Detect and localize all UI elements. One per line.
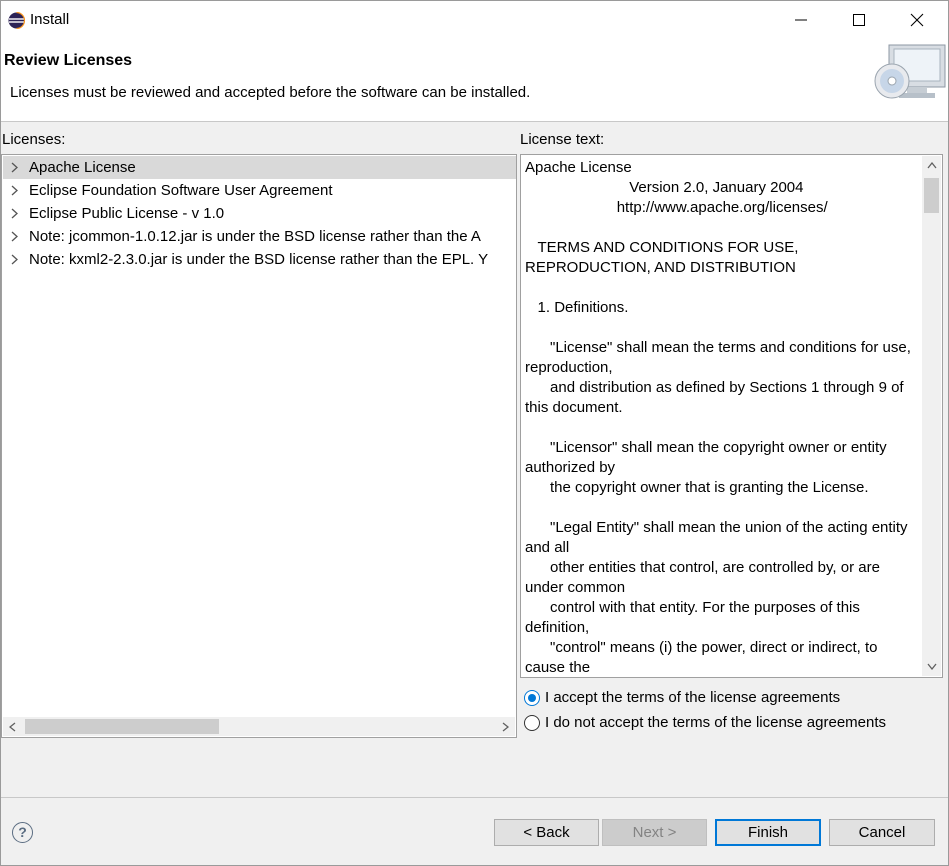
scrollbar-thumb[interactable]	[924, 178, 939, 213]
licenses-tree[interactable]: Apache License Eclipse Foundation Softwa…	[1, 154, 517, 738]
page-description: Licenses must be reviewed and accepted b…	[10, 84, 531, 101]
accept-label[interactable]: I accept the terms of the license agreem…	[545, 689, 840, 706]
license-text-area[interactable]: Apache License Version 2.0, January 2004…	[520, 154, 943, 678]
install-cd-icon	[874, 44, 946, 99]
scroll-right-icon[interactable]	[502, 722, 509, 732]
cancel-button[interactable]: Cancel	[829, 819, 935, 846]
back-button[interactable]: < Back	[494, 819, 599, 846]
tree-item-apache-license[interactable]: Apache License	[3, 156, 516, 179]
chevron-right-icon	[11, 185, 18, 196]
chevron-right-icon	[11, 208, 18, 219]
accept-radio[interactable]	[524, 690, 540, 706]
chevron-right-icon	[11, 231, 18, 242]
help-icon[interactable]: ?	[12, 822, 33, 843]
license-text-content: Apache License Version 2.0, January 2004…	[525, 159, 911, 676]
install-dialog: Install Review Licenses Licenses must be…	[0, 0, 949, 866]
eclipse-logo-icon	[8, 12, 25, 29]
tree-item-jcommon-note[interactable]: Note: jcommon-1.0.12.jar is under the BS…	[3, 225, 516, 248]
maximize-button[interactable]	[830, 1, 888, 39]
vertical-scrollbar[interactable]	[922, 156, 941, 676]
scroll-left-icon[interactable]	[9, 722, 16, 732]
tree-item-eclipse-user-agreement[interactable]: Eclipse Foundation Software User Agreeme…	[3, 179, 516, 202]
tree-item-label: Note: kxml2-2.3.0.jar is under the BSD l…	[29, 251, 489, 268]
licenses-label: Licenses:	[2, 131, 66, 148]
tree-item-kxml2-note[interactable]: Note: kxml2-2.3.0.jar is under the BSD l…	[3, 248, 516, 271]
close-button[interactable]	[888, 1, 946, 39]
tree-item-eclipse-public-license[interactable]: Eclipse Public License - v 1.0	[3, 202, 516, 225]
decline-label[interactable]: I do not accept the terms of the license…	[545, 714, 886, 731]
horizontal-scrollbar[interactable]	[3, 717, 515, 736]
scrollbar-thumb[interactable]	[25, 719, 219, 734]
minimize-icon	[795, 19, 807, 21]
tree-item-label: Eclipse Foundation Software User Agreeme…	[29, 182, 333, 199]
scroll-up-icon[interactable]	[927, 162, 937, 169]
finish-button[interactable]: Finish	[715, 819, 821, 846]
tree-item-label: Note: jcommon-1.0.12.jar is under the BS…	[29, 228, 481, 245]
tree-item-label: Apache License	[29, 159, 136, 176]
close-icon	[910, 13, 924, 27]
license-text-label: License text:	[520, 131, 605, 148]
decline-radio[interactable]	[524, 715, 540, 731]
chevron-right-icon	[11, 254, 18, 265]
page-title: Review Licenses	[4, 52, 133, 69]
wizard-header: Review Licenses Licenses must be reviewe…	[1, 39, 948, 122]
minimize-button[interactable]	[772, 1, 830, 39]
window-title: Install	[30, 11, 70, 28]
scroll-down-icon[interactable]	[927, 663, 937, 670]
title-bar: Install	[1, 1, 948, 39]
tree-item-label: Eclipse Public License - v 1.0	[29, 205, 225, 222]
chevron-right-icon	[11, 162, 18, 173]
footer-separator	[1, 797, 948, 798]
maximize-icon	[853, 14, 865, 26]
next-button[interactable]: Next >	[602, 819, 707, 846]
